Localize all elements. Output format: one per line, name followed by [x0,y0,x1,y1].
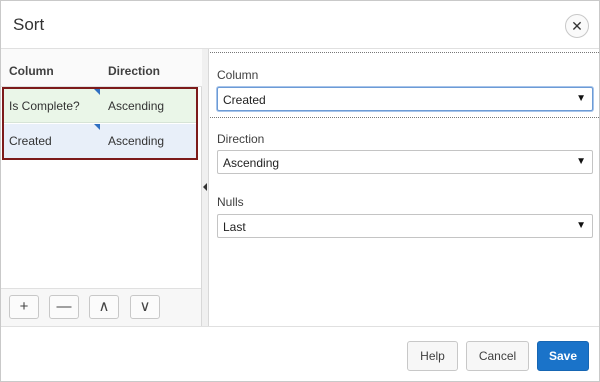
direction-select[interactable]: Ascending ▼ [217,150,593,174]
nulls-select-value: Last [223,220,246,234]
dropdown-arrow-icon: ▼ [576,93,586,104]
minus-icon: — [56,298,72,315]
plus-icon: + [19,298,29,315]
header-direction: Direction [108,64,161,78]
add-button[interactable]: + [9,295,39,319]
flag-icon [94,124,100,130]
divider [210,52,599,53]
move-up-button[interactable]: ∧ [89,295,119,319]
flag-icon [94,89,100,95]
remove-button[interactable]: — [49,295,79,319]
row-column-value: Is Complete? [9,99,80,113]
column-label: Column [217,68,259,82]
dropdown-arrow-icon: ▼ [576,156,586,167]
pane-splitter[interactable] [202,49,209,326]
column-select[interactable]: Created ▼ [217,87,593,111]
list-header: Column Direction [1,49,202,87]
chevron-down-icon: ∨ [139,298,151,315]
collapse-arrow-icon[interactable] [203,183,207,191]
direction-select-value: Ascending [223,156,280,170]
sort-dialog: Sort ✕ Column Direction Is Complete? Asc… [0,0,600,382]
cancel-button[interactable]: Cancel [466,341,529,371]
sort-row-created[interactable]: Created Ascending [4,124,196,158]
chevron-up-icon: ∧ [98,298,110,315]
column-select-value: Created [223,93,266,107]
header-column: Column [9,64,54,78]
close-icon: ✕ [571,18,583,34]
dialog-footer: Help Cancel Save [1,326,599,381]
nulls-label: Nulls [217,195,244,209]
help-button[interactable]: Help [407,341,458,371]
dialog-titlebar: Sort ✕ [1,1,599,49]
sort-row-is-complete[interactable]: Is Complete? Ascending [4,89,196,123]
move-down-button[interactable]: ∨ [130,295,160,319]
sort-rows: Is Complete? Ascending Created Ascending [2,87,198,160]
save-button[interactable]: Save [537,341,589,371]
nulls-select[interactable]: Last ▼ [217,214,593,238]
dialog-title: Sort [13,15,45,34]
sort-detail-pane: Column Created ▼ Direction Ascending ▼ N… [210,49,599,326]
sort-list-pane: Column Direction Is Complete? Ascending … [1,49,202,326]
row-direction-value: Ascending [108,134,165,148]
list-toolbar: + — ∧ ∨ [1,288,201,326]
divider [210,117,599,118]
close-button[interactable]: ✕ [565,14,589,38]
dropdown-arrow-icon: ▼ [576,220,586,231]
direction-label: Direction [217,132,265,146]
row-column-value: Created [9,134,52,148]
row-direction-value: Ascending [108,99,165,113]
